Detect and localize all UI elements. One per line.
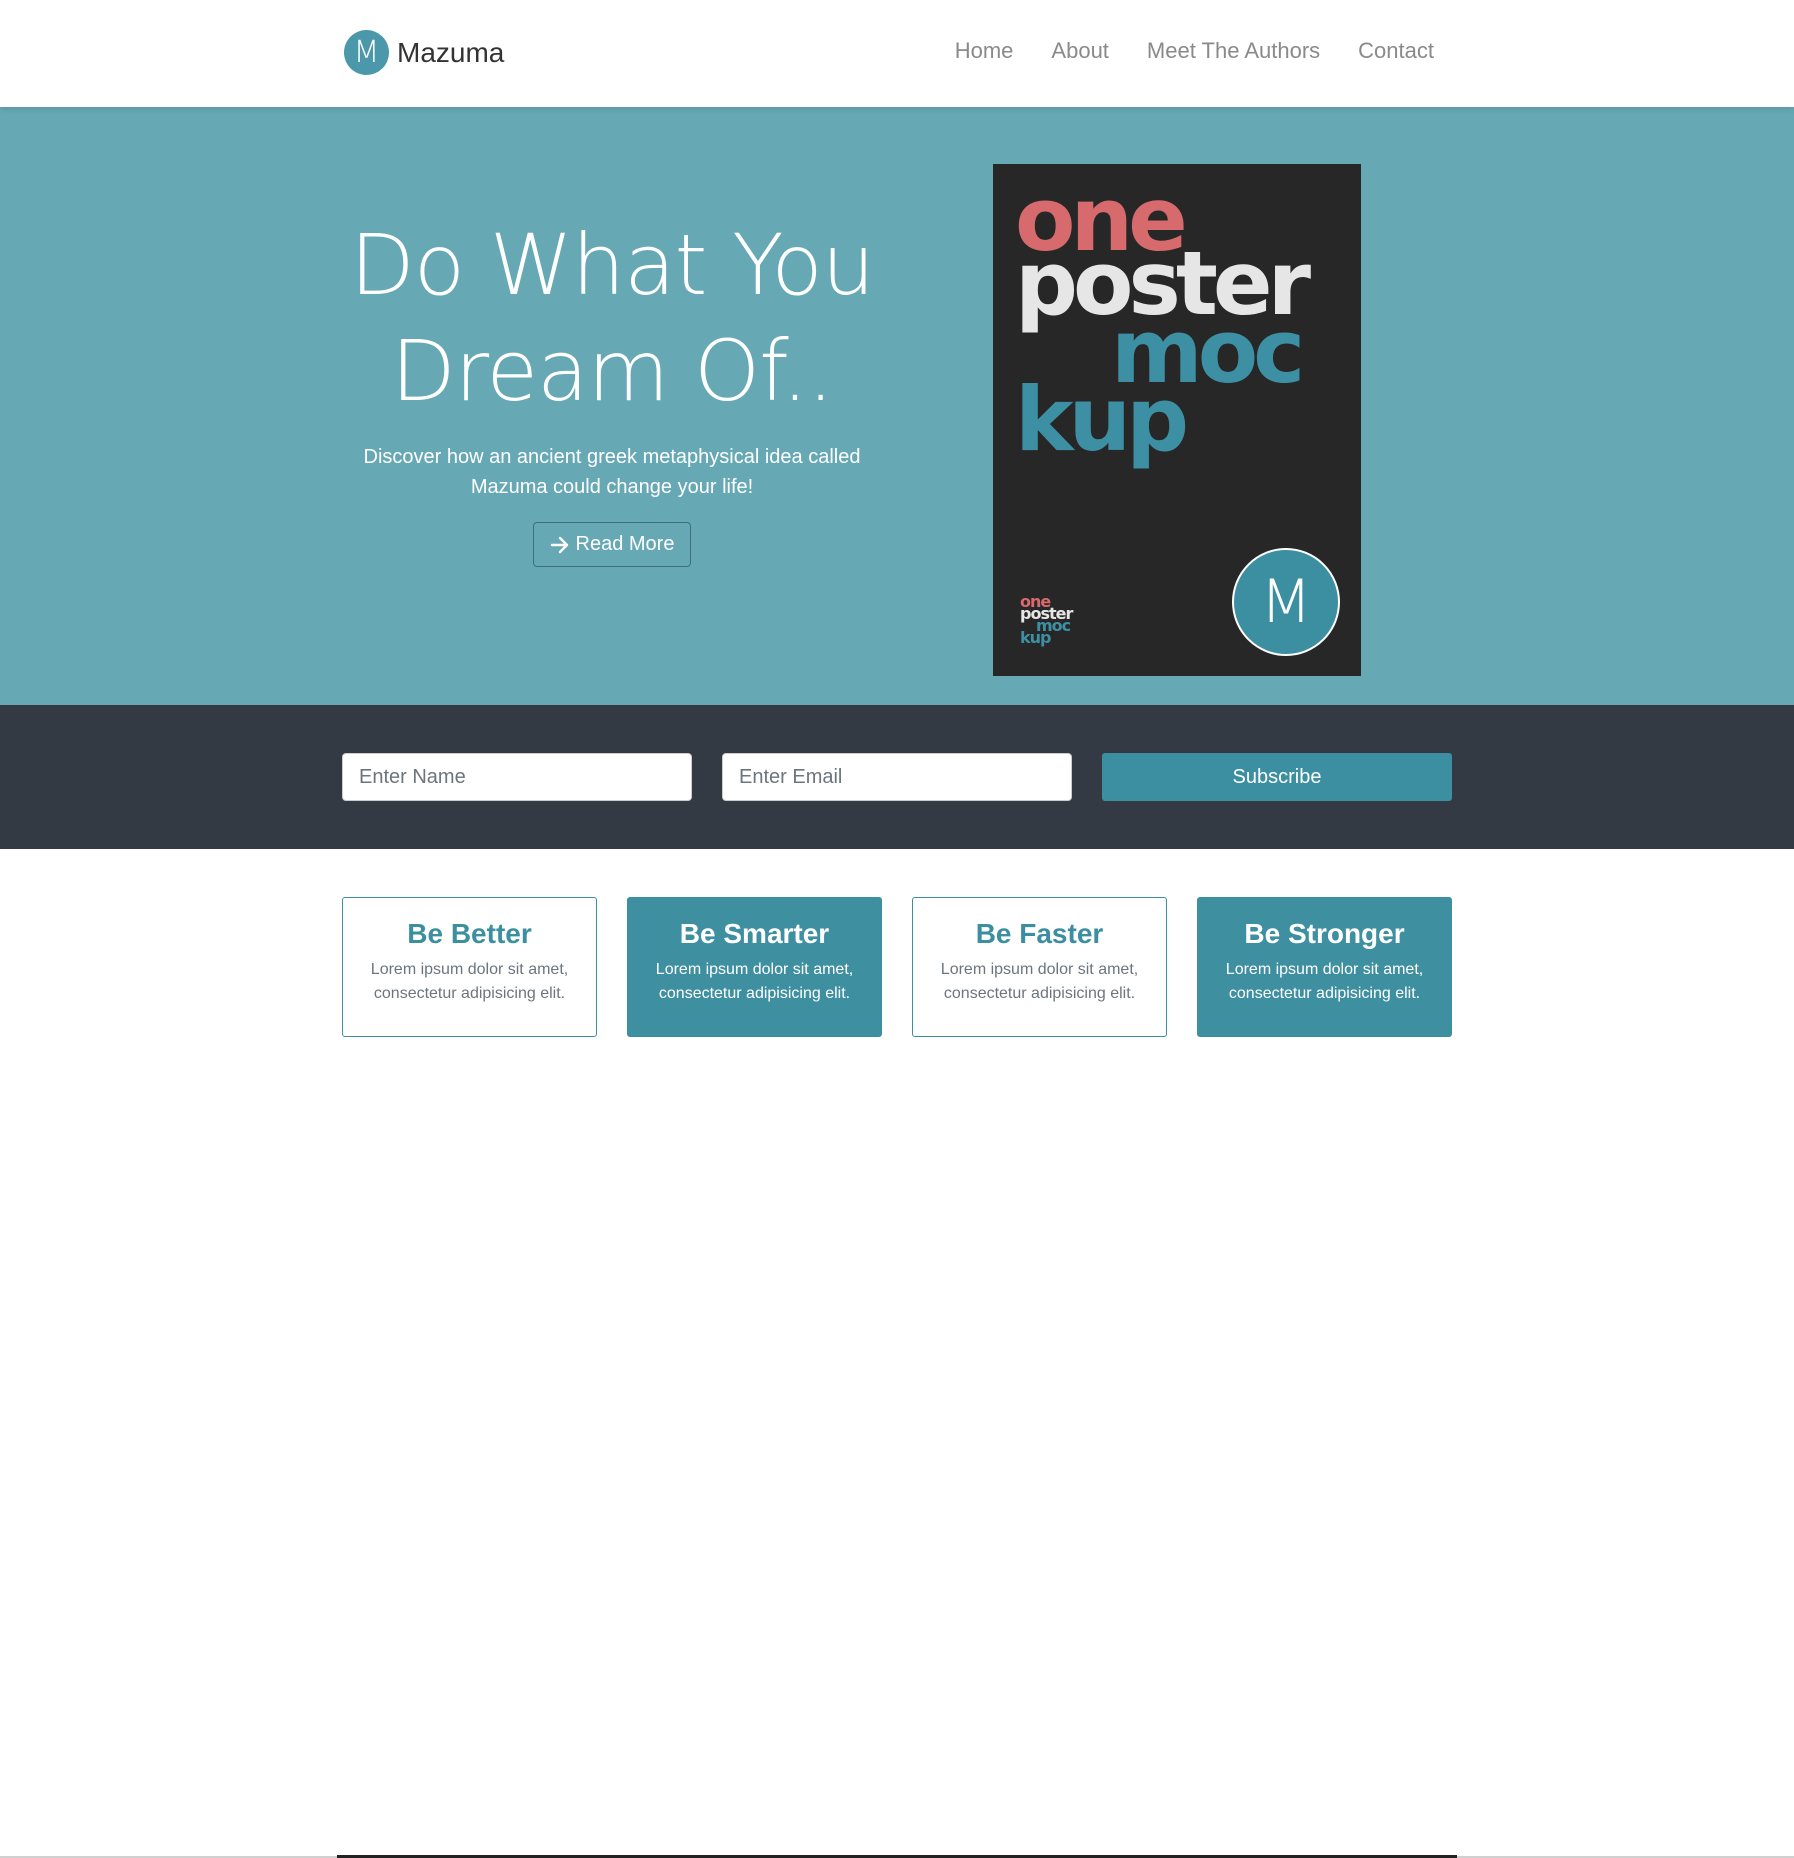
nav-meet-the-authors[interactable]: Meet The Authors xyxy=(1147,38,1320,64)
card-text: Lorem ipsum dolor sit amet, consectetur … xyxy=(642,958,867,1006)
subscribe-button[interactable]: Subscribe xyxy=(1102,753,1452,801)
poster-word-kup: kup xyxy=(1015,368,1189,471)
read-more-button[interactable]: Read More xyxy=(532,522,692,567)
card-be-faster: Be Faster Lorem ipsum dolor sit amet, co… xyxy=(912,897,1167,1037)
navbar: M Mazuma Home About Meet The Authors Con… xyxy=(0,0,1794,107)
name-input[interactable] xyxy=(342,753,692,801)
card-be-stronger: Be Stronger Lorem ipsum dolor sit amet, … xyxy=(1197,897,1452,1037)
card-text: Lorem ipsum dolor sit amet, consectetur … xyxy=(927,958,1152,1006)
card-text-line1: Lorem ipsum dolor sit amet, xyxy=(940,961,1139,978)
read-more-label: Read More xyxy=(575,533,675,555)
subscribe-section: Subscribe xyxy=(0,705,1794,849)
hero-subtitle-line1: Discover how an ancient greek metaphysic… xyxy=(363,446,861,468)
nav-links: Home About Meet The Authors Contact xyxy=(955,38,1434,64)
card-text-line1: Lorem ipsum dolor sit amet, xyxy=(370,961,569,978)
card-be-smarter: Be Smarter Lorem ipsum dolor sit amet, c… xyxy=(627,897,882,1037)
card-text-line1: Lorem ipsum dolor sit amet, xyxy=(655,961,854,978)
card-text: Lorem ipsum dolor sit amet, consectetur … xyxy=(357,958,582,1006)
brand[interactable]: M Mazuma xyxy=(344,30,504,75)
card-title: Be Smarter xyxy=(679,918,830,949)
hero-section: Do What You Dream Of.. Discover how an a… xyxy=(0,107,1794,705)
hero-subtitle-line2: Mazuma could change your life! xyxy=(470,476,754,498)
card-text-line2: consectetur adipisicing elit. xyxy=(1228,985,1421,1002)
poster-mini-logo: one poster moc kup xyxy=(1020,594,1073,646)
card-text-line1: Lorem ipsum dolor sit amet, xyxy=(1225,961,1424,978)
card-text-line2: consectetur adipisicing elit. xyxy=(373,985,566,1002)
hero-title-line2: Dream Of.. xyxy=(390,322,834,420)
hero-text: Do What You Dream Of.. Discover how an a… xyxy=(330,212,894,567)
card-title: Be Better xyxy=(407,918,532,949)
brand-name[interactable]: Mazuma xyxy=(397,37,504,69)
card-title: Be Faster xyxy=(975,918,1104,949)
email-input[interactable] xyxy=(722,753,1072,801)
nav-home[interactable]: Home xyxy=(955,38,1014,64)
nav-contact[interactable]: Contact xyxy=(1358,38,1434,64)
hero-subtitle: Discover how an ancient greek metaphysic… xyxy=(330,442,894,502)
hero-title: Do What You Dream Of.. xyxy=(330,212,894,424)
poster-image: one poster moc kup one poster moc kup M xyxy=(993,164,1361,676)
card-be-better: Be Better Lorem ipsum dolor sit amet, co… xyxy=(342,897,597,1037)
feature-cards: Be Better Lorem ipsum dolor sit amet, co… xyxy=(0,849,1794,1858)
nav-about[interactable]: About xyxy=(1051,38,1109,64)
poster-badge-logo: M xyxy=(1232,548,1340,656)
card-text: Lorem ipsum dolor sit amet, consectetur … xyxy=(1212,958,1437,1006)
card-text-line2: consectetur adipisicing elit. xyxy=(943,985,1136,1002)
card-text-line2: consectetur adipisicing elit. xyxy=(658,985,851,1002)
hero-title-line1: Do What You xyxy=(350,216,875,314)
brand-logo-icon[interactable]: M xyxy=(344,30,389,75)
arrow-right-icon xyxy=(550,536,568,553)
card-title: Be Stronger xyxy=(1244,918,1405,949)
